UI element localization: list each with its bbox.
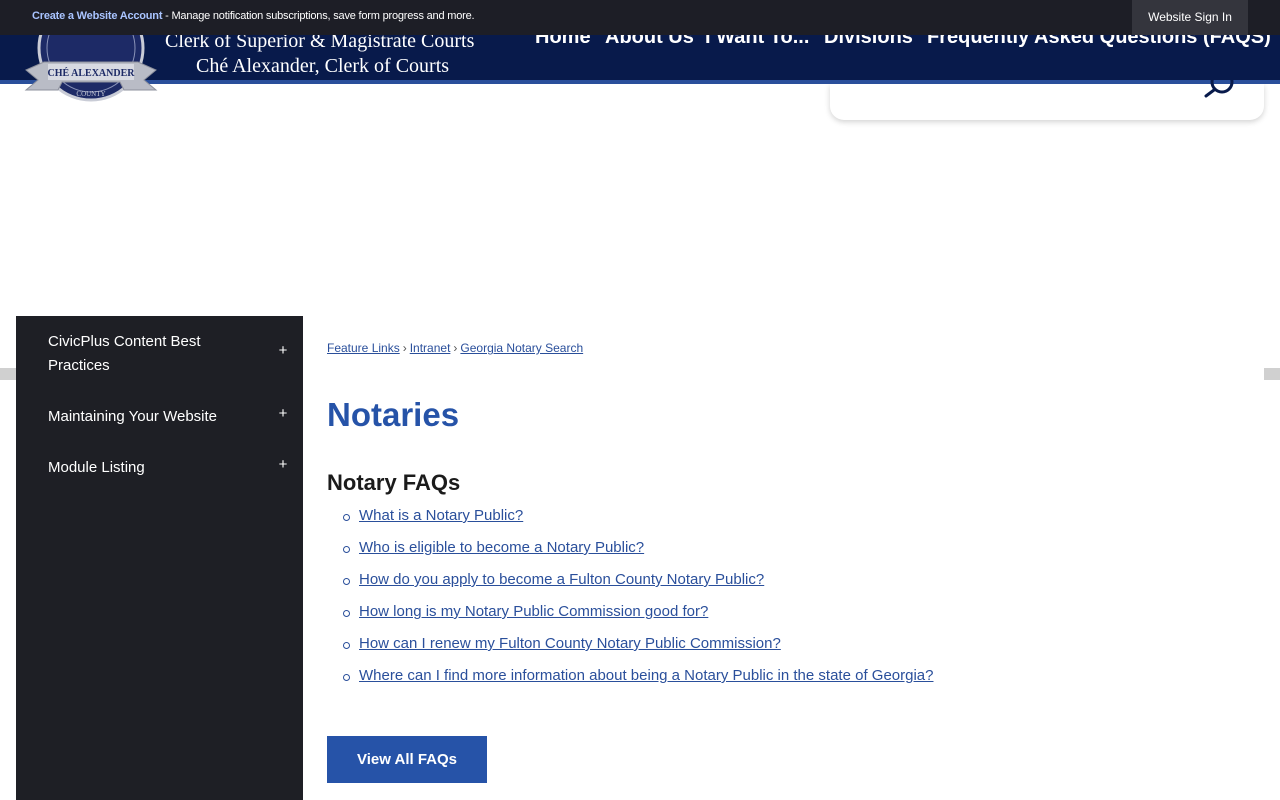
bullet-icon (343, 546, 350, 553)
breadcrumb-intranet[interactable]: Intranet (410, 341, 451, 355)
create-account-link[interactable]: Create a Website Account (32, 10, 162, 22)
breadcrumb-separator: › (453, 341, 458, 355)
page-title: Notaries (327, 396, 460, 433)
seal-banner-text: CHÉ ALEXANDER (48, 67, 136, 79)
sidebar-item-maintaining-your-website[interactable]: Maintaining Your Website (48, 405, 258, 429)
search-panel[interactable] (830, 84, 1264, 120)
divider-right (1264, 368, 1280, 380)
breadcrumb-separator: › (402, 341, 407, 355)
list-item: Who is eligible to become a Notary Publi… (343, 539, 933, 571)
notification-message: - Manage notification subscriptions, sav… (162, 10, 475, 22)
search-icon[interactable] (1200, 78, 1240, 98)
notification-bar: Create a Website Account - Manage notifi… (0, 0, 1280, 35)
website-sign-in-button[interactable]: Website Sign In (1132, 0, 1248, 35)
seal-county-text: COUNTY (76, 90, 105, 98)
list-item: How long is my Notary Public Commission … (343, 603, 933, 635)
expand-icon[interactable]: + (276, 342, 290, 359)
bullet-icon (343, 578, 350, 585)
bullet-icon (343, 642, 350, 649)
faq-link[interactable]: How long is my Notary Public Commission … (359, 603, 708, 620)
faq-link[interactable]: What is a Notary Public? (359, 507, 523, 524)
faq-link[interactable]: How can I renew my Fulton County Notary … (359, 635, 781, 652)
breadcrumb-georgia-notary-search[interactable]: Georgia Notary Search (460, 341, 583, 355)
breadcrumb: Feature Links › Intranet › Georgia Notary Se… (327, 341, 583, 355)
breadcrumb-feature-links[interactable]: Feature Links (327, 341, 400, 355)
header-accent-line (0, 80, 1280, 84)
faq-link[interactable]: Who is eligible to become a Notary Publi… (359, 539, 644, 556)
bullet-icon (343, 610, 350, 617)
expand-icon[interactable]: + (276, 456, 290, 473)
section-title: Notary FAQs (327, 470, 461, 495)
notification-text: Create a Website Account - Manage notifi… (32, 10, 475, 22)
site-title-line-2[interactable]: Ché Alexander, Clerk of Courts (196, 55, 449, 78)
faq-list: What is a Notary Public? Who is eligible… (343, 507, 933, 699)
sidebar-item-civicplus-content-best-practices[interactable]: CivicPlus Content Best Practices (48, 330, 258, 378)
list-item: How do you apply to become a Fulton Coun… (343, 571, 933, 603)
sidebar: CivicPlus Content Best Practices + Maint… (16, 316, 303, 800)
list-item: Where can I find more information about … (343, 667, 933, 699)
list-item: How can I renew my Fulton County Notary … (343, 635, 933, 667)
bullet-icon (343, 674, 350, 681)
faq-link[interactable]: Where can I find more information about … (359, 667, 933, 684)
faq-link[interactable]: How do you apply to become a Fulton Coun… (359, 571, 764, 588)
view-all-faqs-button[interactable]: View All FAQs (327, 736, 487, 783)
bullet-icon (343, 514, 350, 521)
sidebar-item-module-listing[interactable]: Module Listing (48, 456, 258, 480)
divider-left (0, 368, 16, 380)
expand-icon[interactable]: + (276, 405, 290, 422)
list-item: What is a Notary Public? (343, 507, 933, 539)
